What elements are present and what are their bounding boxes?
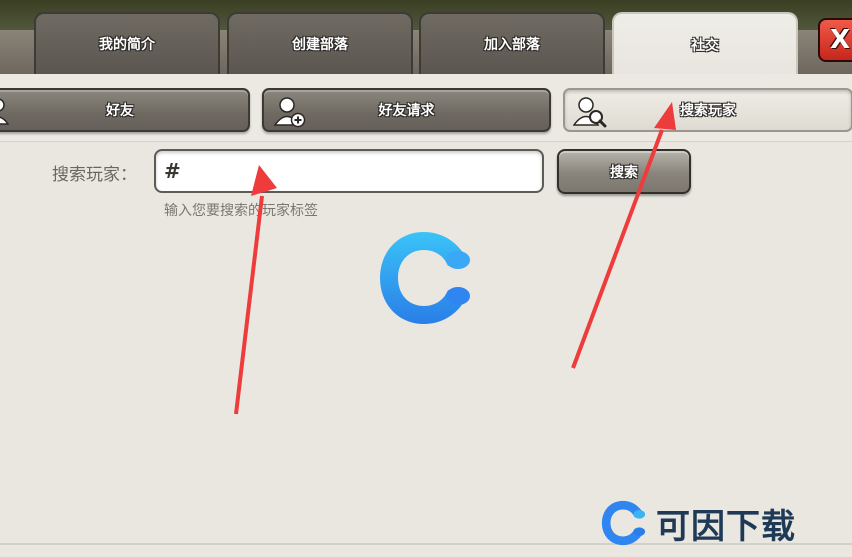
search-button[interactable]: 搜索 (557, 149, 691, 194)
tab-label: 创建部落 (292, 37, 348, 53)
subtab-search-player[interactable]: 搜索玩家 (563, 88, 852, 132)
tab-create-clan[interactable]: 创建部落 (227, 12, 413, 74)
add-friend-icon (273, 97, 306, 128)
tab-label: 加入部落 (484, 37, 540, 53)
center-logo-icon (380, 232, 470, 324)
watermark: 可因下载 (600, 498, 796, 548)
subtab-friend-requests[interactable]: 好友请求 (262, 88, 551, 132)
player-tag-input[interactable] (180, 153, 542, 189)
tab-social[interactable]: 社交 (612, 12, 798, 76)
tab-label: 社交 (691, 38, 719, 54)
search-hint: 输入您要搜索的玩家标签 (164, 203, 318, 219)
hash-prefix: # (164, 159, 181, 183)
search-button-label: 搜索 (610, 164, 638, 181)
search-player-icon (573, 97, 607, 128)
watermark-logo-icon (601, 500, 646, 546)
tab-join-clan[interactable]: 加入部落 (419, 12, 605, 74)
close-icon: X (829, 25, 851, 55)
close-button[interactable]: X (818, 18, 852, 62)
subtab-friends[interactable]: 好友 (0, 88, 250, 132)
subtab-label: 好友请求 (378, 103, 435, 119)
tab-label: 我的简介 (99, 37, 155, 53)
search-player-label: 搜索玩家： (52, 165, 137, 185)
arrow-to-search-field (234, 195, 264, 415)
subtab-label: 搜索玩家 (680, 103, 736, 119)
subtab-label: 好友 (106, 103, 134, 119)
watermark-text: 可因下载 (656, 506, 796, 547)
player-tag-field[interactable]: # (154, 149, 544, 193)
tab-my-profile[interactable]: 我的简介 (34, 12, 220, 74)
person-icon (0, 98, 10, 125)
